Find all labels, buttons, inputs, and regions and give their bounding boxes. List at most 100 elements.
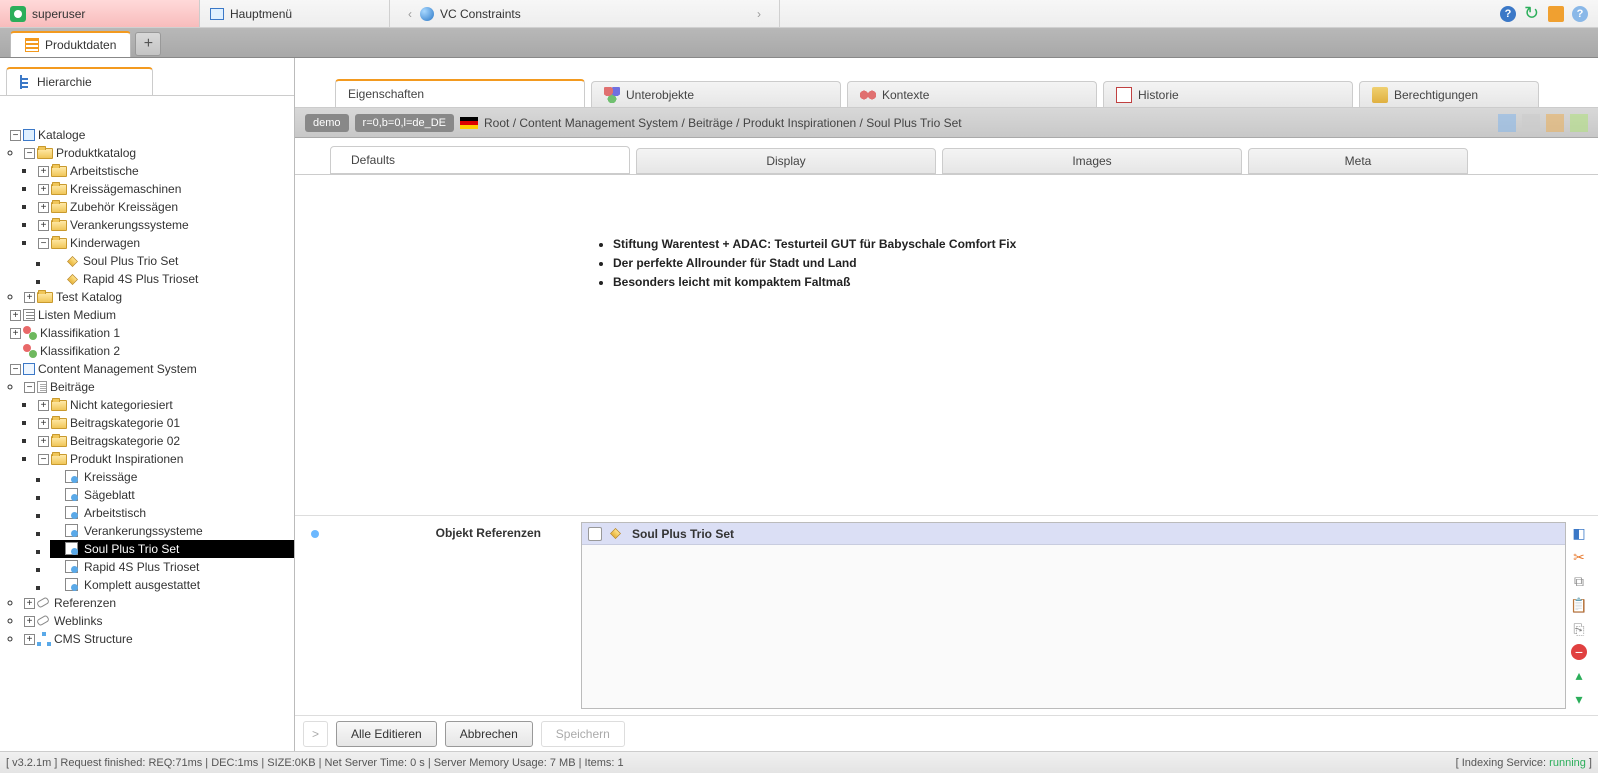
tree-node-rapid[interactable]: Rapid 4S Plus Trioset <box>50 270 294 288</box>
breadcrumb[interactable]: Root / Content Management System / Beitr… <box>484 116 962 130</box>
tree-node-zubehoer[interactable]: +Zubehör Kreissägen <box>36 198 294 216</box>
action-icon-2[interactable] <box>1522 114 1540 132</box>
expand-icon[interactable]: + <box>24 634 35 645</box>
expand-icon[interactable]: + <box>10 328 21 339</box>
subtab-defaults[interactable]: Defaults <box>330 146 630 174</box>
tree-node-testkatalog[interactable]: +Test Katalog <box>22 288 294 306</box>
subtab-display[interactable]: Display <box>636 148 936 174</box>
folder-icon <box>51 202 67 213</box>
tree-node-klass1[interactable]: +Klassifikation 1 <box>8 324 294 342</box>
article-icon <box>65 488 81 502</box>
edit-all-button[interactable]: Alle Editieren <box>336 721 437 747</box>
ref-item[interactable]: Soul Plus Trio Set <box>582 523 1565 545</box>
tree-node-bk02[interactable]: +Beitragskategorie 02 <box>36 432 294 450</box>
nav-next-button[interactable]: > <box>303 721 328 747</box>
collapse-icon[interactable]: − <box>10 364 21 375</box>
tab-eigenschaften[interactable]: Eigenschaften <box>335 79 585 107</box>
expand-icon[interactable]: + <box>38 166 49 177</box>
expand-icon[interactable]: + <box>38 202 49 213</box>
subtab-meta[interactable]: Meta <box>1248 148 1468 174</box>
expand-icon[interactable]: + <box>24 598 35 609</box>
rev-badge[interactable]: r=0,b=0,l=de_DE <box>355 114 454 132</box>
action-icon-1[interactable] <box>1498 114 1516 132</box>
tree-node-rapid2[interactable]: Rapid 4S Plus Trioset <box>50 558 294 576</box>
app-tab-produktdaten[interactable]: Produktdaten <box>10 31 131 57</box>
tree-node-klass2[interactable]: Klassifikation 2 <box>8 342 294 360</box>
demo-badge[interactable]: demo <box>305 114 349 132</box>
vc-label[interactable]: VC Constraints <box>440 7 521 21</box>
add-tab-button[interactable]: + <box>135 32 161 56</box>
tree-node-kreissaegemaschinen[interactable]: +Kreissägemaschinen <box>36 180 294 198</box>
delete-icon[interactable]: − <box>1571 644 1587 660</box>
clipboard-icon[interactable] <box>1548 6 1564 22</box>
help-icon[interactable] <box>1500 6 1516 22</box>
tree-node-referenzen[interactable]: +Referenzen <box>22 594 294 612</box>
cut-icon[interactable]: ✂ <box>1570 548 1588 566</box>
tree-node-prodinsp[interactable]: −Produkt Inspirationen <box>36 450 294 468</box>
tree-node-arbeitstisch[interactable]: Arbeitstisch <box>50 504 294 522</box>
tree-node-cmsstruct[interactable]: +CMS Structure <box>22 630 294 648</box>
reload-icon[interactable] <box>1524 6 1540 22</box>
mainmenu-segment[interactable]: Hauptmenü <box>200 0 390 27</box>
expand-icon[interactable]: + <box>38 418 49 429</box>
tree-node-verankerung2[interactable]: Verankerungssysteme <box>50 522 294 540</box>
expand-icon[interactable]: + <box>38 184 49 195</box>
tree-icon <box>17 75 31 89</box>
expand-icon[interactable]: + <box>38 220 49 231</box>
ref-checkbox[interactable] <box>588 527 602 541</box>
tree-node-verankerung[interactable]: +Verankerungssysteme <box>36 216 294 234</box>
about-icon[interactable] <box>1572 6 1588 22</box>
expand-icon[interactable]: + <box>24 616 35 627</box>
collapse-icon[interactable]: − <box>24 148 35 159</box>
tab-unterobjekte[interactable]: Unterobjekte <box>591 81 841 107</box>
ref-list[interactable]: Soul Plus Trio Set <box>581 522 1566 709</box>
tree-node-saegeblatt[interactable]: Sägeblatt <box>50 486 294 504</box>
tree-node-listen[interactable]: +Listen Medium <box>8 306 294 324</box>
tree-node-beitraege[interactable]: −Beiträge <box>22 378 294 396</box>
tab-berechtigungen[interactable]: Berechtigungen <box>1359 81 1539 107</box>
copy-icon[interactable]: ⧉ <box>1570 572 1588 590</box>
tree-node-soul[interactable]: Soul Plus Trio Set <box>50 252 294 270</box>
tree-node-komplett[interactable]: Komplett ausgestattet <box>50 576 294 594</box>
sub-tabs: Defaults Display Images Meta <box>295 138 1598 174</box>
tree-node-arbeitstische[interactable]: +Arbeitstische <box>36 162 294 180</box>
tab-kontexte[interactable]: Kontexte <box>847 81 1097 107</box>
paste-icon[interactable]: 📋 <box>1570 596 1588 614</box>
status-bar: [ v3.2.1m ] Request finished: REQ:71ms |… <box>0 751 1598 773</box>
ref-item-label: Soul Plus Trio Set <box>632 527 734 541</box>
nav-prev-icon[interactable]: ‹ <box>400 7 420 21</box>
expand-icon[interactable]: + <box>10 310 21 321</box>
cancel-button[interactable]: Abbrechen <box>445 721 533 747</box>
open-window-icon[interactable]: ◧ <box>1570 524 1588 542</box>
save-button[interactable]: Speichern <box>541 721 625 747</box>
collapse-icon[interactable]: − <box>38 454 49 465</box>
tree-node-kataloge[interactable]: −Kataloge <box>8 126 294 144</box>
move-up-icon[interactable]: ▴ <box>1570 666 1588 684</box>
move-down-icon[interactable]: ▾ <box>1570 690 1588 708</box>
tree-node-nichtkat[interactable]: +Nicht kategoriesiert <box>36 396 294 414</box>
collapse-icon[interactable]: − <box>10 130 21 141</box>
action-icon-3[interactable] <box>1546 114 1564 132</box>
user-segment[interactable]: superuser <box>0 0 200 27</box>
expand-icon[interactable]: + <box>24 292 35 303</box>
tree-container[interactable]: −Kataloge −Produktkatalog +Arbeitstische… <box>0 96 294 751</box>
nav-next-icon[interactable]: › <box>749 7 769 21</box>
tree-node-soul2[interactable]: Soul Plus Trio Set <box>50 540 294 558</box>
expand-icon[interactable]: + <box>38 436 49 447</box>
tree-node-kreissaege[interactable]: Kreissäge <box>50 468 294 486</box>
paste-into-icon[interactable]: ⎘ <box>1570 620 1588 638</box>
tree-node-produktkatalog[interactable]: −Produktkatalog <box>22 144 294 162</box>
collapse-icon[interactable]: − <box>38 238 49 249</box>
action-icon-4[interactable] <box>1570 114 1588 132</box>
tree-node-kinderwagen[interactable]: −Kinderwagen <box>36 234 294 252</box>
app-tab-bar: Produktdaten + <box>0 28 1598 58</box>
expand-icon[interactable]: + <box>38 400 49 411</box>
tab-historie[interactable]: Historie <box>1103 81 1353 107</box>
tree-node-weblinks[interactable]: +Weblinks <box>22 612 294 630</box>
tree-node-cms[interactable]: −Content Management System <box>8 360 294 378</box>
tree-node-bk01[interactable]: +Beitragskategorie 01 <box>36 414 294 432</box>
info-dot-icon[interactable] <box>311 530 319 538</box>
subtab-images[interactable]: Images <box>942 148 1242 174</box>
sidebar-tab-hierarchie[interactable]: Hierarchie <box>6 67 153 95</box>
collapse-icon[interactable]: − <box>24 382 35 393</box>
